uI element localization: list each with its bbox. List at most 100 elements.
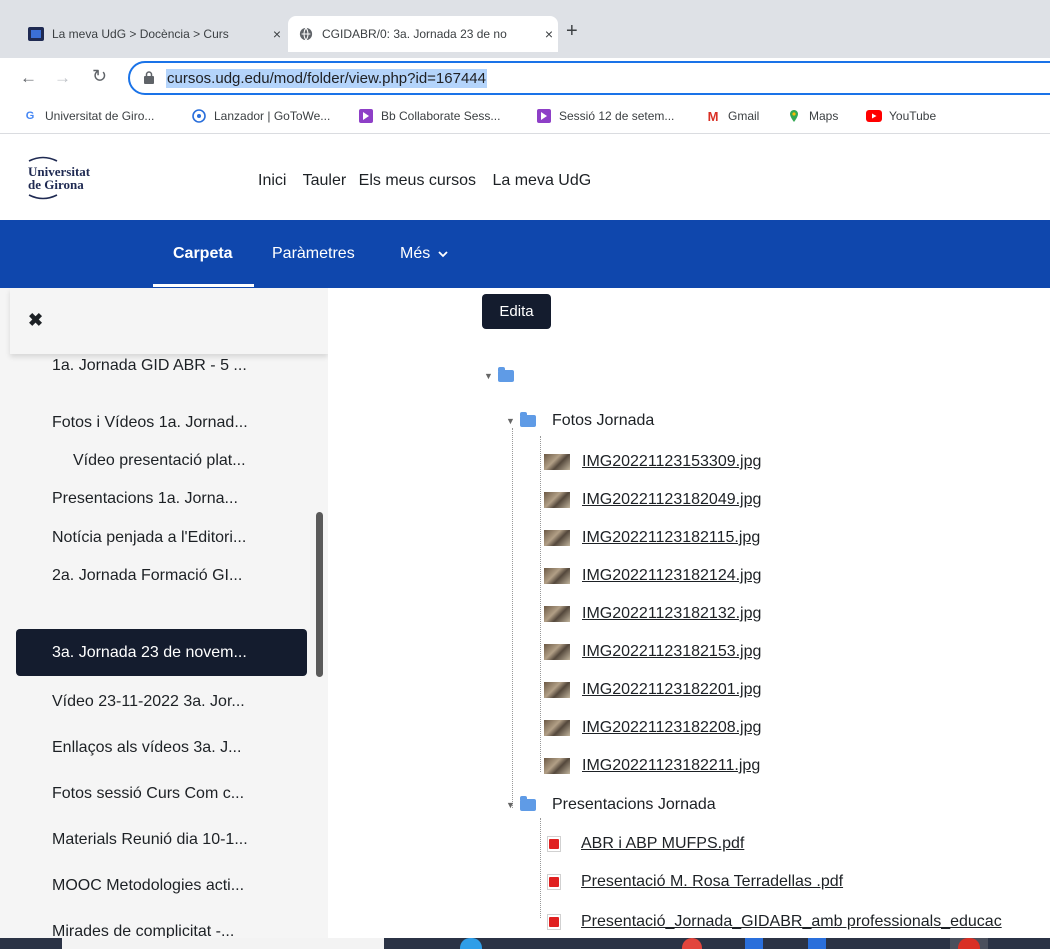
bookmark-label: Lanzador | GoToWe... <box>214 109 331 123</box>
new-tab-button[interactable]: + <box>566 20 578 43</box>
file-item[interactable]: IMG20221123182153.jpg <box>544 643 761 661</box>
drawer-scrollbar[interactable] <box>316 512 323 677</box>
edit-button[interactable]: Edita <box>482 294 551 329</box>
course-index-drawer: ✖ 1a. Jornada GID ABR - 5 ... Fotos i Ví… <box>0 288 328 949</box>
url-text[interactable]: cursos.udg.edu/mod/folder/view.php?id=16… <box>166 69 487 88</box>
file-item[interactable]: IMG20221123182049.jpg <box>544 491 761 509</box>
address-bar[interactable]: cursos.udg.edu/mod/folder/view.php?id=16… <box>128 61 1050 95</box>
secondary-nav: Carpeta Paràmetres Més <box>0 220 1050 288</box>
file-item[interactable]: Presentació_Jornada_GIDABR_amb professio… <box>547 913 1002 931</box>
file-item[interactable]: IMG20221123182201.jpg <box>544 681 761 699</box>
file-link[interactable]: IMG20221123182132.jpg <box>582 605 761 623</box>
nav-inici[interactable]: Inici <box>258 172 286 189</box>
tree-line <box>540 436 541 772</box>
folder-name: Fotos Jornada <box>552 412 655 429</box>
reload-icon[interactable]: ↻ <box>92 66 107 87</box>
taskbar-app-icon[interactable] <box>460 938 482 949</box>
folder-fotos-jornada[interactable]: ▼ Fotos Jornada <box>506 412 654 430</box>
file-link[interactable]: IMG20221123182208.jpg <box>582 719 761 737</box>
folder-icon <box>520 412 536 427</box>
taskbar-search-box[interactable] <box>62 938 384 949</box>
index-item[interactable]: Enllaços als vídeos 3a. J... <box>16 728 307 768</box>
tab-parametres[interactable]: Paràmetres <box>272 245 355 263</box>
nav-la-meva-udg[interactable]: La meva UdG <box>492 172 591 189</box>
index-item[interactable]: 2a. Jornada Formació GI... <box>16 556 307 596</box>
bookmark-gmail[interactable]: M Gmail <box>705 109 760 124</box>
bookmark-collaborate-2[interactable]: Sessió 12 de setem... <box>536 109 674 123</box>
bookmark-label: Universitat de Giro... <box>45 109 155 123</box>
close-tab-icon[interactable]: × <box>540 26 558 42</box>
index-item[interactable]: MOOC Metodologies acti... <box>16 866 307 906</box>
index-item[interactable]: Fotos i Vídeos 1a. Jornad... <box>16 403 307 443</box>
tab-carpeta[interactable]: Carpeta <box>173 245 233 263</box>
image-thumbnail <box>544 682 570 698</box>
file-link[interactable]: IMG20221123182153.jpg <box>582 643 761 661</box>
close-drawer-icon[interactable]: ✖ <box>28 310 43 331</box>
browser-tab-active[interactable]: CGIDABR/0: 3a. Jornada 23 de no × <box>288 16 558 52</box>
nav-els-meus-cursos[interactable]: Els meus cursos <box>359 172 476 189</box>
index-item[interactable]: Vídeo 23-11-2022 3a. Jor... <box>16 682 307 722</box>
file-link[interactable]: IMG20221123182124.jpg <box>582 567 761 585</box>
bookmark-label: Sessió 12 de setem... <box>559 109 675 123</box>
back-arrow-icon[interactable]: ← <box>20 68 37 88</box>
bookmark-youtube[interactable]: YouTube <box>866 109 936 123</box>
file-link[interactable]: Presentació M. Rosa Terradellas .pdf <box>581 873 843 891</box>
pdf-icon <box>547 836 561 852</box>
file-item[interactable]: IMG20221123182115.jpg <box>544 529 760 547</box>
expand-triangle-icon[interactable]: ▼ <box>506 800 520 810</box>
forward-arrow-icon[interactable]: → <box>54 68 71 88</box>
logo-top-arc-icon <box>28 156 58 162</box>
google-icon: G <box>25 110 35 122</box>
index-item-active[interactable]: 3a. Jornada 23 de novem... <box>16 629 307 676</box>
file-link[interactable]: Presentació_Jornada_GIDABR_amb professio… <box>581 913 1002 931</box>
index-item[interactable]: Vídeo presentació plat... <box>16 441 307 481</box>
file-link[interactable]: IMG20221123153309.jpg <box>582 453 761 471</box>
file-item[interactable]: Presentació M. Rosa Terradellas .pdf <box>547 873 843 891</box>
browser-tab-udg[interactable]: La meva UdG > Docència > Curs × <box>18 16 286 52</box>
index-item[interactable]: Notícia penjada a l'Editori... <box>16 518 307 558</box>
taskbar-app-icon[interactable] <box>745 938 763 949</box>
file-item[interactable]: ABR i ABP MUFPS.pdf <box>547 835 744 853</box>
tree-root[interactable]: ▼ <box>484 367 530 382</box>
browser-tab-strip: La meva UdG > Docència > Curs × CGIDABR/… <box>0 0 1050 58</box>
pdf-icon <box>547 874 561 890</box>
taskbar-app-icon[interactable] <box>958 938 980 949</box>
close-tab-icon[interactable]: × <box>268 26 286 42</box>
tab-title: La meva UdG > Docència > Curs <box>52 27 229 41</box>
file-link[interactable]: IMG20221123182211.jpg <box>582 757 760 775</box>
bookmark-collaborate-1[interactable]: Bb Collaborate Sess... <box>358 109 500 123</box>
file-link[interactable]: IMG20221123182115.jpg <box>582 529 760 547</box>
nav-tauler[interactable]: Tauler <box>303 172 347 189</box>
index-item[interactable]: Presentacions 1a. Jorna... <box>16 479 307 519</box>
expand-triangle-icon[interactable]: ▼ <box>484 371 498 381</box>
lock-icon <box>144 71 154 84</box>
file-link[interactable]: IMG20221123182201.jpg <box>582 681 761 699</box>
folder-presentacions-jornada[interactable]: ▼ Presentacions Jornada <box>506 796 716 814</box>
file-item[interactable]: IMG20221123182208.jpg <box>544 719 761 737</box>
maps-icon <box>790 110 798 122</box>
collaborate-icon <box>537 109 551 123</box>
youtube-icon <box>866 110 882 122</box>
chevron-down-icon <box>438 251 448 258</box>
folder-name: Presentacions Jornada <box>552 796 716 813</box>
file-link[interactable]: ABR i ABP MUFPS.pdf <box>581 835 744 853</box>
globe-icon <box>299 27 313 41</box>
file-link[interactable]: IMG20221123182049.jpg <box>582 491 761 509</box>
file-item[interactable]: IMG20221123182124.jpg <box>544 567 761 585</box>
bookmark-maps[interactable]: Maps <box>786 109 838 123</box>
file-item[interactable]: IMG20221123182211.jpg <box>544 757 760 775</box>
site-header: Universitat de Girona Inici Tauler Els m… <box>0 134 1050 220</box>
bookmark-label: Bb Collaborate Sess... <box>381 109 501 123</box>
udg-logo[interactable]: Universitat de Girona <box>28 154 118 204</box>
file-item[interactable]: IMG20221123153309.jpg <box>544 453 761 471</box>
index-item[interactable]: Materials Reunió dia 10-1... <box>16 820 307 860</box>
file-item[interactable]: IMG20221123182132.jpg <box>544 605 761 623</box>
taskbar-app-icon[interactable] <box>682 938 702 949</box>
index-item[interactable]: Fotos sessió Curs Com c... <box>16 774 307 814</box>
bookmark-udg[interactable]: G Universitat de Giro... <box>22 109 155 123</box>
taskbar-app-icon[interactable] <box>808 938 826 949</box>
expand-triangle-icon[interactable]: ▼ <box>506 416 520 426</box>
folder-icon <box>520 796 536 811</box>
tab-mes[interactable]: Més <box>400 245 448 263</box>
bookmark-gotowebinar[interactable]: Lanzador | GoToWe... <box>191 109 330 123</box>
